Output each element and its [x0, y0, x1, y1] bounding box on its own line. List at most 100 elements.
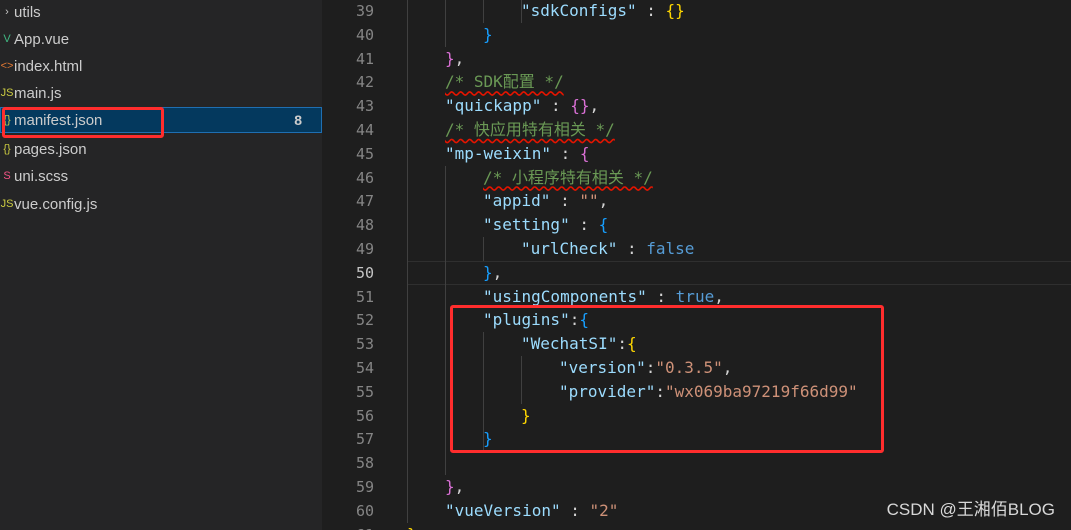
- code-token: ,: [454, 477, 465, 496]
- line-number: 52: [355, 311, 374, 330]
- indent-guide: [483, 237, 484, 261]
- line-number: 42: [355, 73, 374, 92]
- code-token: ,: [714, 286, 724, 306]
- problem-count-badge: 8: [294, 112, 302, 128]
- line-number: 51: [355, 287, 374, 306]
- code-token: {}: [570, 96, 590, 116]
- code-line[interactable]: },: [445, 475, 464, 499]
- code-line[interactable]: "mp-weixin" : {: [445, 142, 590, 166]
- code-line[interactable]: }: [407, 523, 417, 530]
- line-number: 43: [355, 97, 374, 116]
- code-token: "urlCheck": [521, 239, 618, 258]
- json-icon: {}: [3, 143, 11, 155]
- code-token: }: [483, 262, 493, 282]
- line-number: 39: [355, 2, 374, 20]
- code-token: /* 快应用特有相关 */: [445, 120, 615, 139]
- code-line[interactable]: /* SDK配置 */: [445, 70, 564, 94]
- line-number: 49: [355, 240, 374, 258]
- code-token: "2": [589, 500, 619, 520]
- file-item[interactable]: › utils: [0, 0, 322, 25]
- code-token: :: [550, 191, 580, 211]
- file-name: main.js: [14, 84, 62, 102]
- line-number: 55: [355, 382, 374, 401]
- code-token: }: [445, 477, 455, 496]
- highlight-box-manifest: [2, 107, 164, 138]
- file-name: index.html: [14, 57, 83, 75]
- file-name: utils: [14, 3, 41, 21]
- line-number: 48: [355, 216, 374, 235]
- code-token: false: [646, 239, 695, 258]
- js-icon: JS: [0, 198, 14, 210]
- code-token: "": [579, 191, 599, 211]
- code-token: {: [598, 215, 609, 235]
- indent-guide: [445, 165, 446, 475]
- line-number: 54: [355, 359, 374, 377]
- js-icon: JS: [0, 87, 14, 99]
- code-token: "mp-weixin": [445, 143, 551, 163]
- code-line[interactable]: },: [445, 47, 464, 71]
- file-item[interactable]: JS vue.config.js: [0, 191, 322, 217]
- indent-guide: [483, 0, 484, 23]
- file-name: App.vue: [14, 30, 70, 48]
- code-token: :: [560, 500, 590, 520]
- line-number: 41: [355, 49, 374, 68]
- file-explorer: › utils V App.vue <> index.html JS main.js{} man…: [0, 0, 322, 530]
- file-item[interactable]: {} pages.json: [0, 136, 322, 162]
- code-token: }: [483, 24, 493, 44]
- code-token: :: [617, 239, 647, 258]
- line-number: 56: [355, 406, 374, 425]
- line-number: 61: [322, 523, 374, 530]
- code-token: :: [646, 286, 676, 306]
- code-line[interactable]: "setting" : {: [483, 213, 608, 237]
- file-item[interactable]: JS main.js: [0, 80, 322, 106]
- line-number: 47: [355, 192, 374, 211]
- line-number: 50: [355, 263, 374, 282]
- line-number: 57: [355, 430, 374, 449]
- line-number: 40: [355, 25, 374, 44]
- line-number: 45: [355, 144, 374, 163]
- code-line[interactable]: },: [483, 261, 502, 285]
- vue-icon: V: [3, 33, 11, 45]
- code-line[interactable]: "sdkConfigs" : {}: [521, 0, 685, 23]
- code-line[interactable]: /* 快应用特有相关 */: [445, 118, 615, 142]
- line-number: 44: [355, 121, 374, 139]
- code-token: "usingComponents": [483, 286, 647, 306]
- code-token: ,: [454, 48, 465, 68]
- code-line[interactable]: "urlCheck" : false: [521, 237, 694, 261]
- code-token: /* 小程序特有相关 */: [483, 167, 653, 187]
- code-line[interactable]: /* 小程序特有相关 */: [483, 166, 653, 190]
- code-token: }: [407, 525, 417, 530]
- file-item[interactable]: V App.vue: [0, 26, 322, 52]
- file-item[interactable]: <> index.html: [0, 53, 322, 79]
- chevron-right-icon: ›: [5, 6, 9, 18]
- line-number: 58: [355, 454, 374, 473]
- file-name: pages.json: [14, 140, 87, 158]
- file-item[interactable]: Suni.scss: [0, 163, 322, 189]
- current-line-highlight: [407, 260, 1071, 285]
- line-number: 46: [355, 168, 374, 187]
- scss-icon: S: [3, 170, 11, 182]
- code-token: true: [675, 286, 715, 306]
- code-token: {}: [665, 1, 685, 20]
- code-token: "appid": [483, 191, 551, 211]
- code-token: /* SDK配置 */: [445, 72, 564, 92]
- html-icon: <>: [0, 60, 14, 72]
- line-number: 53: [355, 335, 374, 354]
- code-token: :: [636, 1, 666, 20]
- code-token: }: [445, 48, 455, 68]
- code-token: :: [550, 143, 580, 163]
- watermark: CSDN @王湘佰BLOG: [886, 500, 1055, 519]
- code-line[interactable]: }: [483, 23, 493, 47]
- code-token: "sdkConfigs": [521, 1, 637, 20]
- code-line[interactable]: "quickapp" : {},: [445, 94, 599, 118]
- code-token: :: [541, 96, 571, 116]
- file-name: vue.config.js: [14, 195, 98, 213]
- code-line[interactable]: "vueVersion" : "2": [445, 499, 618, 523]
- code-line[interactable]: "appid" : "",: [483, 189, 608, 213]
- file-name: uni.scss: [14, 167, 69, 185]
- code-token: ,: [598, 191, 609, 211]
- line-number: 59: [355, 478, 374, 496]
- code-token: "setting": [483, 215, 570, 235]
- code-token: ,: [589, 96, 600, 116]
- code-token: {: [579, 143, 590, 163]
